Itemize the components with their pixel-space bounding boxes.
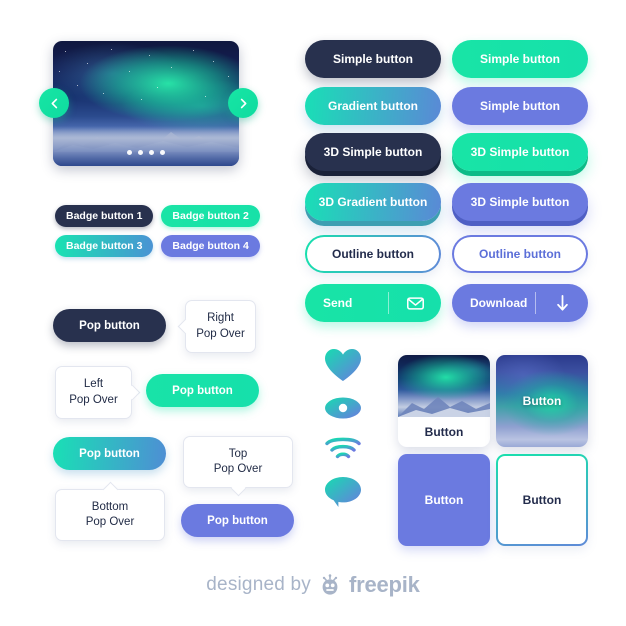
card-label: Button bbox=[424, 493, 464, 507]
popover-tail bbox=[102, 481, 118, 497]
mountain-silhouette bbox=[398, 397, 490, 417]
carousel-prev-button[interactable] bbox=[39, 88, 69, 118]
popover-bottom: Bottom Pop Over bbox=[55, 481, 165, 541]
snow-foreground bbox=[53, 126, 239, 166]
pop-button-blue[interactable]: Pop button bbox=[181, 504, 294, 537]
popover-left: Left Pop Over bbox=[55, 366, 140, 419]
card-thumbnail bbox=[398, 355, 490, 417]
image-carousel[interactable] bbox=[53, 41, 239, 166]
badge-button-4[interactable]: Badge button 4 bbox=[161, 235, 260, 257]
chevron-right-icon bbox=[240, 98, 246, 108]
pop-button-dark[interactable]: Pop button bbox=[53, 309, 166, 342]
popover-left-line2: Pop Over bbox=[69, 393, 118, 406]
popover-top-line2: Pop Over bbox=[213, 463, 263, 475]
pop-button-gradient[interactable]: Pop button bbox=[53, 437, 166, 470]
download-button-label: Download bbox=[470, 296, 528, 310]
3d-gradient-button[interactable]: 3D Gradient button bbox=[305, 183, 441, 221]
carousel-next-button[interactable] bbox=[228, 88, 258, 118]
card-label: Button bbox=[522, 394, 562, 408]
popover-right-line2: Pop Over bbox=[196, 327, 245, 340]
popover-top: Top Pop Over bbox=[183, 436, 293, 496]
carousel-dot[interactable] bbox=[127, 150, 132, 155]
popover-tail bbox=[124, 384, 140, 401]
popover-right-line1: Right bbox=[207, 312, 234, 325]
simple-button-dark[interactable]: Simple button bbox=[305, 40, 441, 78]
3d-simple-button-green[interactable]: 3D Simple button bbox=[452, 133, 588, 171]
simple-button-green[interactable]: Simple button bbox=[452, 40, 588, 78]
carousel-pagination[interactable] bbox=[53, 150, 239, 155]
card-photo-overlay[interactable]: Button bbox=[496, 355, 588, 447]
chat-bubble-icon[interactable] bbox=[324, 476, 362, 508]
badge-button-2[interactable]: Badge button 2 bbox=[161, 205, 260, 227]
gradient-icon-column bbox=[324, 348, 362, 508]
badge-button-3[interactable]: Badge button 3 bbox=[55, 235, 154, 257]
carousel-dot[interactable] bbox=[160, 150, 165, 155]
pop-button-green[interactable]: Pop button bbox=[146, 374, 259, 407]
outline-button-gradient[interactable]: Outline button bbox=[305, 235, 441, 273]
carousel-dot[interactable] bbox=[138, 150, 143, 155]
popover-top-line1: Top bbox=[228, 447, 248, 460]
carousel-dot[interactable] bbox=[149, 150, 154, 155]
send-button[interactable]: Send bbox=[305, 284, 441, 322]
wifi-icon[interactable] bbox=[324, 434, 362, 462]
simple-button-blue[interactable]: Simple button bbox=[452, 87, 588, 125]
download-button[interactable]: Download bbox=[452, 284, 588, 322]
footer-text: designed by bbox=[206, 574, 311, 595]
arrow-down-icon bbox=[536, 284, 588, 322]
heart-icon[interactable] bbox=[324, 348, 362, 382]
card-outline-gradient[interactable]: Button bbox=[496, 454, 588, 546]
carousel-image bbox=[53, 41, 239, 166]
card-label: Button bbox=[522, 493, 562, 507]
card-photo-with-label[interactable]: Button bbox=[398, 355, 490, 447]
footer-credit: designed by freepik bbox=[0, 572, 626, 598]
eye-icon[interactable] bbox=[324, 396, 362, 420]
freepik-robot-icon bbox=[322, 574, 338, 595]
card-label: Button bbox=[424, 425, 464, 439]
popover-tail bbox=[230, 480, 246, 496]
popover-bottom-line2: Pop Over bbox=[85, 516, 135, 528]
card-solid-blue[interactable]: Button bbox=[398, 454, 490, 546]
popover-tail bbox=[177, 318, 193, 335]
popover-bottom-line1: Bottom bbox=[91, 500, 129, 513]
outline-button-blue[interactable]: Outline button bbox=[452, 235, 588, 273]
popover-left-line1: Left bbox=[83, 378, 104, 391]
ui-kit-canvas: Badge button 1 Badge button 2 Badge butt… bbox=[0, 0, 626, 626]
3d-simple-button-blue[interactable]: 3D Simple button bbox=[452, 183, 588, 221]
badge-button-1[interactable]: Badge button 1 bbox=[55, 205, 154, 227]
badge-button-group: Badge button 1 Badge button 2 Badge butt… bbox=[55, 205, 270, 257]
footer-brand: freepik bbox=[348, 572, 420, 597]
envelope-icon bbox=[389, 284, 441, 322]
send-button-label: Send bbox=[323, 296, 353, 310]
popover-right: Right Pop Over bbox=[177, 300, 256, 353]
chevron-left-icon bbox=[51, 98, 57, 108]
gradient-button[interactable]: Gradient button bbox=[305, 87, 441, 125]
3d-simple-button-dark[interactable]: 3D Simple button bbox=[305, 133, 441, 171]
